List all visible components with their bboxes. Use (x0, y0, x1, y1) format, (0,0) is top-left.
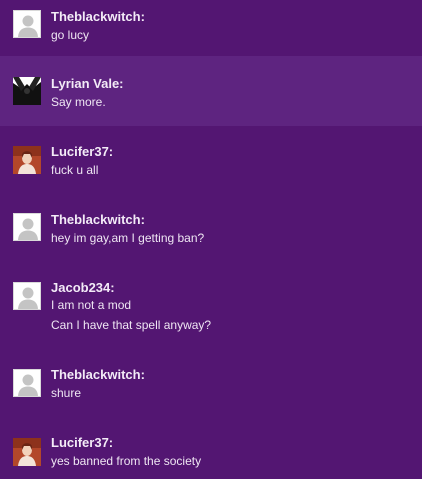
message-author[interactable]: Theblackwitch: (51, 9, 145, 25)
dark-figure-avatar (13, 77, 41, 105)
message-text: yes banned from the society (51, 454, 202, 468)
chat-message: Lucifer37: fuck u all (0, 126, 422, 196)
message-author[interactable]: Theblackwitch: (51, 212, 145, 228)
message-author[interactable]: Jacob234: (51, 280, 115, 296)
message-text: Can I have that spell anyway? (51, 318, 212, 332)
chat-message: Lucifer37: yes banned from the society (0, 426, 422, 479)
chat-message-list: Theblackwitch: go lucy Lyrian Vale: Say … (0, 0, 422, 479)
user-avatar[interactable] (13, 213, 41, 241)
default-user-icon (18, 218, 38, 240)
chat-message: Theblackwitch: go lucy (0, 0, 422, 56)
chat-message-highlighted: Lyrian Vale: Say more. (0, 56, 422, 126)
user-avatar[interactable] (13, 10, 41, 38)
message-text: shure (51, 386, 82, 400)
user-avatar[interactable] (13, 438, 41, 466)
user-avatar[interactable] (13, 282, 41, 310)
chat-message: Theblackwitch: shure (0, 356, 422, 426)
default-user-icon (18, 15, 38, 37)
message-author[interactable]: Lyrian Vale: (51, 76, 124, 92)
message-text: Say more. (51, 95, 106, 109)
chat-message: Jacob234: I am not a mod Can I have that… (0, 266, 422, 356)
message-author[interactable]: Lucifer37: (51, 144, 113, 160)
default-user-icon (18, 374, 38, 396)
message-author[interactable]: Theblackwitch: (51, 367, 145, 383)
message-text: I am not a mod (51, 298, 132, 312)
red-portrait-avatar (13, 438, 41, 466)
default-user-icon (18, 287, 38, 309)
message-text: go lucy (51, 28, 90, 42)
user-avatar[interactable] (13, 77, 41, 105)
user-avatar[interactable] (13, 146, 41, 174)
message-author[interactable]: Lucifer37: (51, 435, 113, 451)
user-avatar[interactable] (13, 369, 41, 397)
chat-message: Theblackwitch: hey im gay,am I getting b… (0, 196, 422, 266)
message-text: fuck u all (51, 163, 99, 177)
message-text: hey im gay,am I getting ban? (51, 231, 205, 245)
red-portrait-avatar (13, 146, 41, 174)
